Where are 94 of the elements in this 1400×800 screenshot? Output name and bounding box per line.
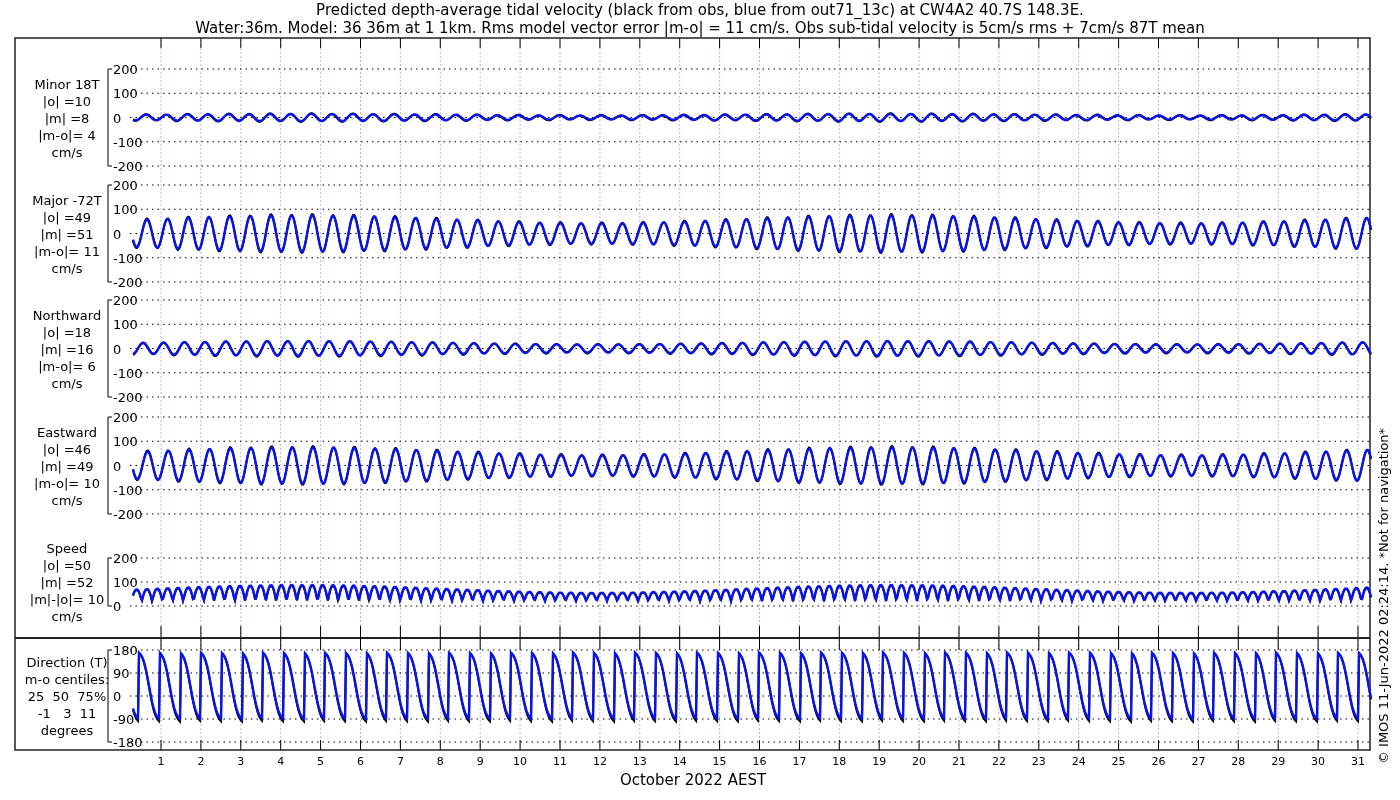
y-tick-label: -90 [113, 712, 135, 727]
y-tick-label: 200 [113, 551, 138, 566]
panel-label-line: |m-o|= 11 [34, 243, 100, 259]
day-tick-label: 10 [513, 755, 528, 768]
day-tick-label: 17 [792, 755, 807, 768]
day-tick-label: 29 [1271, 755, 1286, 768]
panel-label-line: degrees [40, 723, 94, 738]
y-axis-line [107, 557, 113, 607]
y-tick-label: -200 [113, 275, 143, 290]
y-tick-label: -100 [113, 134, 143, 150]
panel-label-line: m-o centiles: [24, 672, 110, 687]
y-tick-label: 100 [113, 86, 138, 102]
day-tick-label: 6 [357, 755, 364, 768]
panel-label-line: |m-o|= 10 [34, 475, 100, 491]
y-tick-label: 0 [113, 341, 122, 357]
panel-label-line: cm/s [51, 260, 83, 276]
x-axis-label: October 2022 AEST [619, 771, 767, 789]
panel-label-line: |m| =52 [40, 575, 94, 590]
panel-label-line: |m| =16 [40, 341, 94, 357]
panel-label-line: |m-o|= 6 [38, 358, 96, 374]
panel-label-line: |m| =8 [44, 110, 90, 126]
chart-title: Predicted depth-average tidal velocity (black from obs, blue from out71_13c) at CW4A2 40.7S 148.3E. [316, 1, 1084, 19]
day-tick-label: 12 [592, 755, 607, 768]
day-tick-label: 27 [1191, 755, 1206, 768]
y-tick-label: 180 [113, 643, 138, 658]
day-tick-label: 30 [1311, 755, 1326, 768]
day-tick-label: 23 [1031, 755, 1046, 768]
panel-label-line: |m| =51 [40, 226, 94, 242]
day-tick-label: 15 [712, 755, 727, 768]
day-tick-label: 28 [1231, 755, 1246, 768]
panel-label-line: cm/s [51, 375, 83, 391]
y-tick-label: 200 [113, 293, 138, 308]
copyright-note: © IMOS 11-Jun-2022 02:24:14. *Not for navigation* [1376, 427, 1391, 765]
day-tick-label: 19 [872, 755, 887, 768]
day-tick-label: 22 [991, 755, 1006, 768]
y-tick-label: -100 [113, 482, 143, 498]
y-tick-label: 0 [113, 689, 122, 704]
y-tick-label: -180 [113, 735, 143, 750]
y-tick-label: 0 [113, 458, 122, 474]
panel-label-line: |o| =50 [42, 558, 92, 573]
y-tick-label: 100 [113, 202, 138, 218]
panel-label-line: |o| =18 [42, 324, 92, 340]
day-tick-label: 16 [752, 755, 767, 768]
day-tick-label: 7 [396, 755, 404, 768]
y-tick-label: 200 [113, 62, 138, 77]
day-tick-label: 13 [632, 755, 647, 768]
y-tick-label: 90 [113, 666, 130, 681]
y-tick-label: 0 [113, 110, 122, 126]
panel-label-line: Minor 18T [34, 76, 100, 92]
day-tick-label: 21 [952, 755, 966, 768]
day-tick-label: 26 [1151, 755, 1166, 768]
panel-label-line: |m|-|o|= 10 [29, 592, 105, 607]
day-tick-label: 5 [317, 755, 325, 768]
day-tick-label: 2 [197, 755, 205, 768]
day-tick-label: 24 [1071, 755, 1086, 768]
panel-label-line: Direction (T) [26, 655, 108, 670]
panel-label-line: |o| =49 [42, 209, 92, 225]
y-tick-label: 0 [113, 599, 122, 614]
day-tick-label: 3 [237, 755, 245, 768]
panel-label-line: cm/s [51, 609, 83, 624]
y-tick-label: 200 [113, 410, 138, 425]
panel-label-line: Northward [32, 307, 102, 323]
y-tick-label: 100 [113, 317, 138, 333]
panel-label-line: |o| =10 [42, 93, 92, 109]
panel-label-line: |m| =49 [40, 458, 94, 474]
panel-label-line: 25 50 75% [27, 689, 107, 704]
panel-label-line: Eastward [37, 424, 97, 440]
day-tick-label: 11 [553, 755, 567, 768]
panel-label-line: |o| =46 [42, 441, 92, 457]
day-tick-label: 8 [436, 755, 444, 768]
y-tick-label: 100 [113, 434, 138, 450]
y-tick-label: -200 [113, 390, 143, 405]
y-tick-label: 200 [113, 178, 138, 193]
day-tick-label: 31 [1351, 755, 1365, 768]
chart-title: Water:36m. Model: 36 36m at 1 1km. Rms model vector error |m-o| = 11 cm/s. Obs sub-tidal velocity is 5cm/s rms + 7cm/s 87T mean [195, 19, 1205, 37]
day-tick-label: 9 [476, 755, 484, 768]
y-tick-label: -100 [113, 365, 143, 381]
panel-label-line: -1 3 11 [37, 706, 97, 721]
day-tick-label: 4 [277, 755, 285, 768]
y-tick-label: 100 [113, 575, 138, 590]
y-tick-label: 0 [113, 226, 122, 242]
day-tick-label: 25 [1111, 755, 1126, 768]
panel-label-line: |m-o|= 4 [38, 127, 96, 143]
day-tick-label: 1 [157, 755, 165, 768]
y-tick-label: -100 [113, 250, 143, 266]
panel-label-line: Speed [46, 541, 88, 556]
panel-label-line: Major -72T [32, 192, 102, 208]
y-tick-label: -200 [113, 159, 143, 174]
day-tick-label: 18 [832, 755, 847, 768]
panel-label-line: cm/s [51, 144, 83, 160]
panel-label-line: cm/s [51, 492, 83, 508]
day-tick-label: 20 [912, 755, 927, 768]
day-tick-label: 14 [672, 755, 687, 768]
y-tick-label: -200 [113, 507, 143, 522]
